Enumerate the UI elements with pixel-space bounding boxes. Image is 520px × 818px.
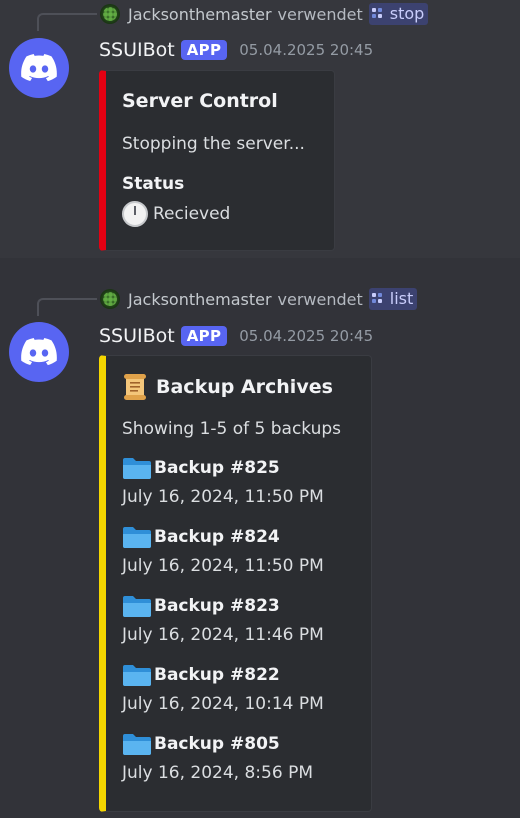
embed-description: Showing 1-5 of 5 backups xyxy=(122,419,342,439)
scroll-icon xyxy=(124,374,146,400)
embed-title: Backup Archives xyxy=(122,373,333,401)
bot-username[interactable]: SSUIBot xyxy=(99,39,175,61)
backup-item-date: July 16, 2024, 11:50 PM xyxy=(122,487,324,507)
backup-item-date: July 16, 2024, 11:46 PM xyxy=(122,625,324,645)
backup-item-date: July 16, 2024, 11:50 PM xyxy=(122,556,324,576)
reply-verb: verwendet xyxy=(277,289,363,309)
bot-avatar[interactable] xyxy=(9,322,69,382)
folder-icon xyxy=(123,596,151,617)
embed-title: Server Control xyxy=(122,90,278,112)
backup-name-text: Backup #823 xyxy=(154,596,280,616)
slash-command-icon xyxy=(371,292,384,305)
embed-title-text: Backup Archives xyxy=(156,376,333,398)
app-tag: APP xyxy=(180,40,228,60)
slash-command-name: list xyxy=(389,289,414,308)
reply-spine xyxy=(37,298,97,316)
clock-icon xyxy=(122,201,148,227)
field-name-status: Status xyxy=(122,174,185,194)
discord-logo-icon xyxy=(21,338,57,366)
slash-command-icon xyxy=(371,7,384,20)
slash-command-chip[interactable]: stop xyxy=(368,3,429,25)
backup-item-name: Backup #824 xyxy=(122,525,280,549)
embed-description: Stopping the server... xyxy=(122,134,305,154)
discord-logo-icon xyxy=(21,54,57,82)
status-text: Recieved xyxy=(153,204,231,224)
message-header: SSUIBot APP 05.04.2025 20:45 xyxy=(99,38,373,62)
backup-name-text: Backup #824 xyxy=(154,527,280,547)
backup-name-text: Backup #825 xyxy=(154,458,280,478)
slash-command-chip[interactable]: list xyxy=(368,288,418,310)
message-header: SSUIBot APP 05.04.2025 20:45 xyxy=(99,324,373,348)
field-value-status: Recieved xyxy=(122,201,230,227)
timestamp[interactable]: 05.04.2025 20:45 xyxy=(239,41,373,59)
folder-icon xyxy=(123,458,151,479)
bot-username[interactable]: SSUIBot xyxy=(99,325,175,347)
embed-server-control: Server Control Stopping the server... St… xyxy=(99,70,335,251)
backup-item-date: July 16, 2024, 8:56 PM xyxy=(122,763,313,783)
backup-item-name: Backup #822 xyxy=(122,663,280,687)
timestamp[interactable]: 05.04.2025 20:45 xyxy=(239,327,373,345)
backup-item-name: Backup #823 xyxy=(122,594,280,618)
reply-preview[interactable]: Jacksonthemaster verwendet list xyxy=(100,285,418,313)
backup-name-text: Backup #822 xyxy=(154,665,280,685)
backup-name-text: Backup #805 xyxy=(154,734,280,754)
reply-spine xyxy=(37,13,97,31)
embed-backup-archives: Backup Archives Showing 1-5 of 5 backups… xyxy=(99,355,372,812)
message-server-control: Jacksonthemaster verwendet stop SSUIBot … xyxy=(0,0,520,258)
slash-command-name: stop xyxy=(389,4,425,23)
app-tag: APP xyxy=(180,326,228,346)
backup-item-date: July 16, 2024, 10:14 PM xyxy=(122,694,324,714)
replied-user-avatar[interactable] xyxy=(100,289,120,309)
backup-item-name: Backup #825 xyxy=(122,456,280,480)
folder-icon xyxy=(123,527,151,548)
replied-user-avatar[interactable] xyxy=(100,4,120,24)
message-backup-archives: Jacksonthemaster verwendet list SSUIBot … xyxy=(0,258,520,818)
replied-username[interactable]: Jacksonthemaster xyxy=(128,5,272,24)
replied-username[interactable]: Jacksonthemaster xyxy=(128,290,272,309)
folder-icon xyxy=(123,734,151,755)
backup-item-name: Backup #805 xyxy=(122,732,280,756)
folder-icon xyxy=(123,665,151,686)
bot-avatar[interactable] xyxy=(9,38,69,98)
reply-preview[interactable]: Jacksonthemaster verwendet stop xyxy=(100,0,429,28)
reply-verb: verwendet xyxy=(277,4,363,24)
